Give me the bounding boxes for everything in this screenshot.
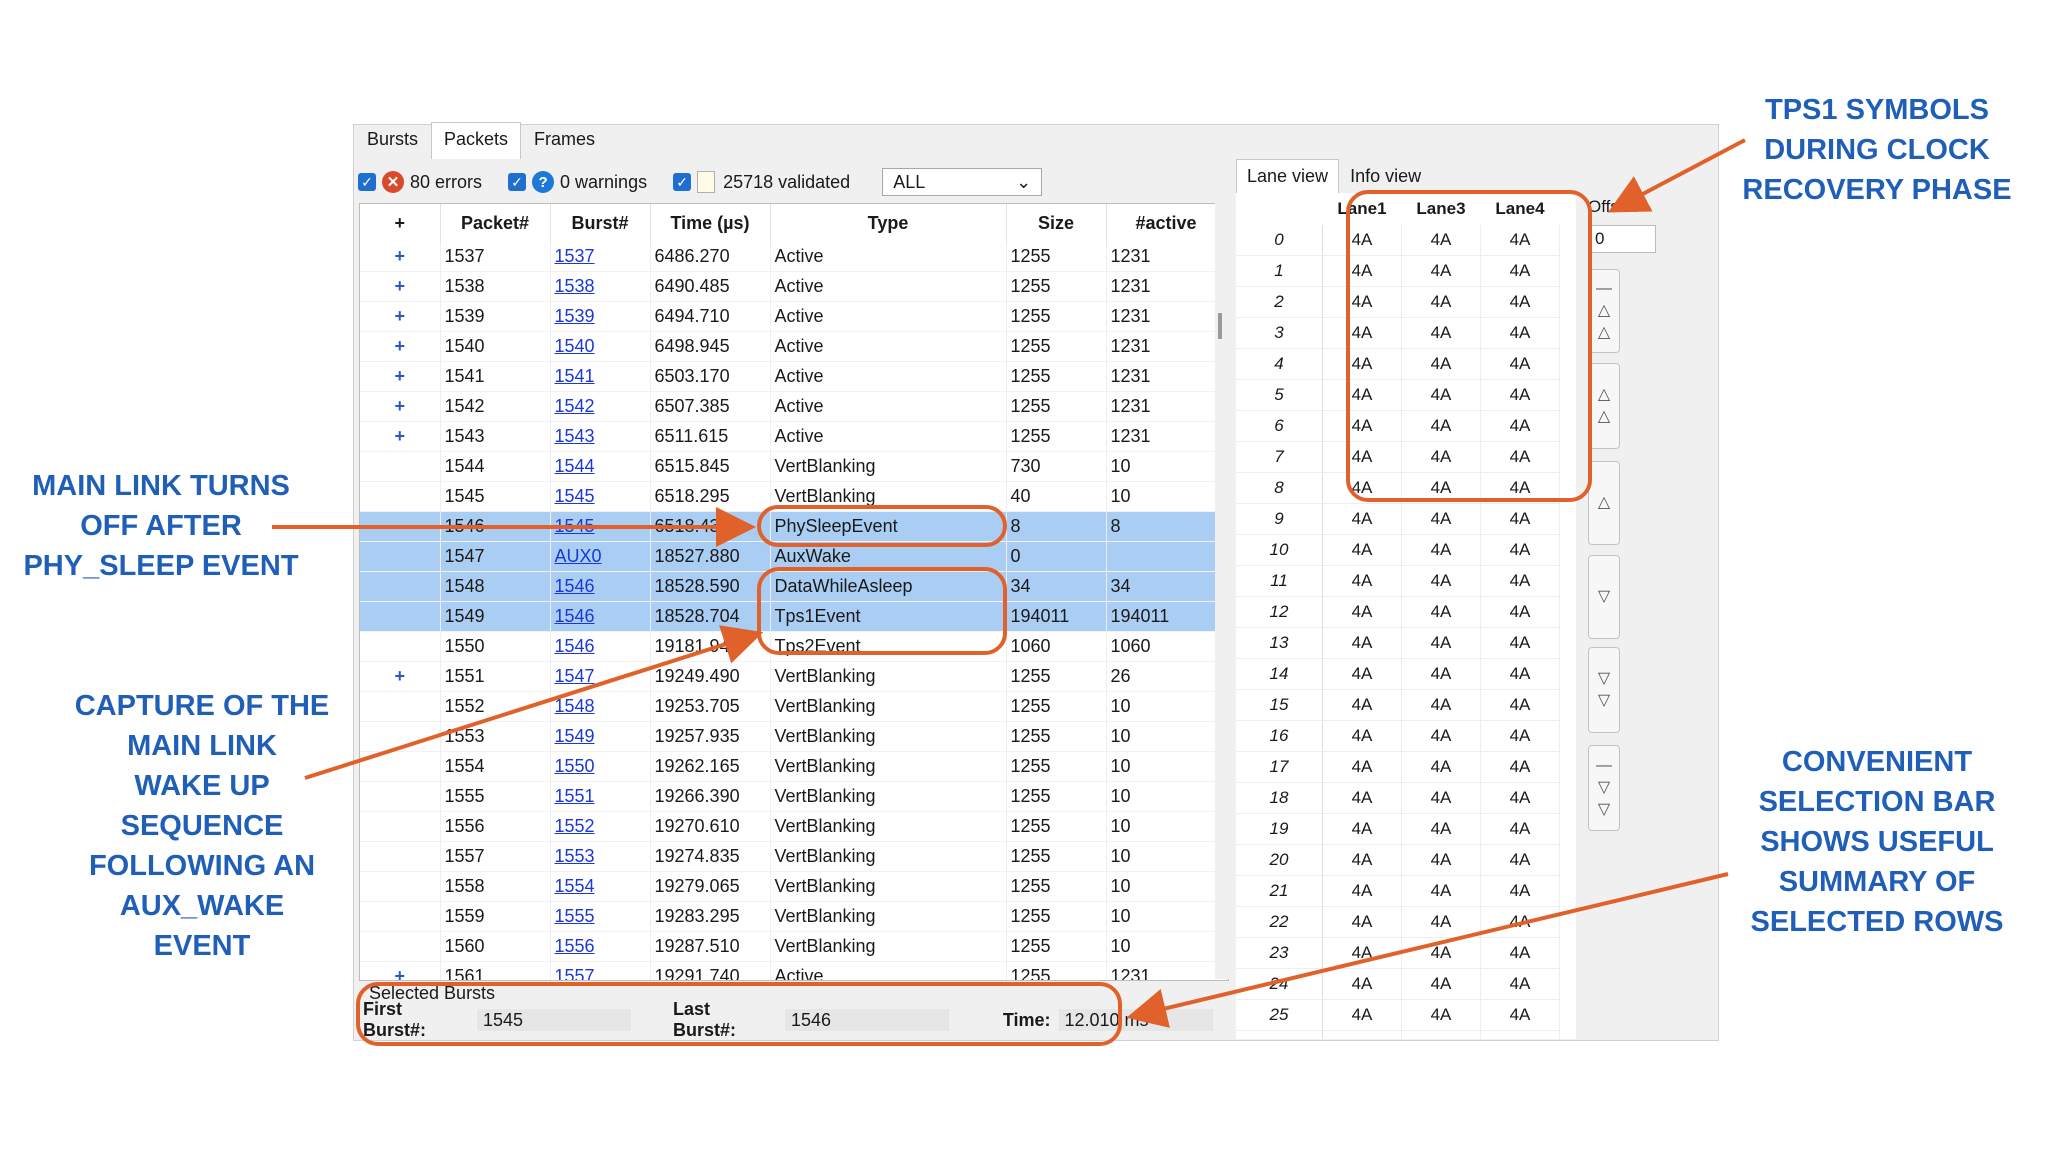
annotation-tps1: TPS1 SYMBOLS DURING CLOCK RECOVERY PHASE — [1742, 94, 2012, 206]
annotation-capture: CAPTURE OF THE MAIN LINK WAKE UP SEQUENC… — [74, 690, 330, 962]
arrow-capture — [304, 625, 764, 780]
annotation-main-link: MAIN LINK TURNS OFF AFTER PHY_SLEEP EVEN… — [23, 470, 299, 582]
annotation-convenient: CONVENIENT SELECTION BAR SHOWS USEFUL SU… — [1750, 746, 2004, 938]
arrow-convenient — [1126, 872, 1729, 1028]
